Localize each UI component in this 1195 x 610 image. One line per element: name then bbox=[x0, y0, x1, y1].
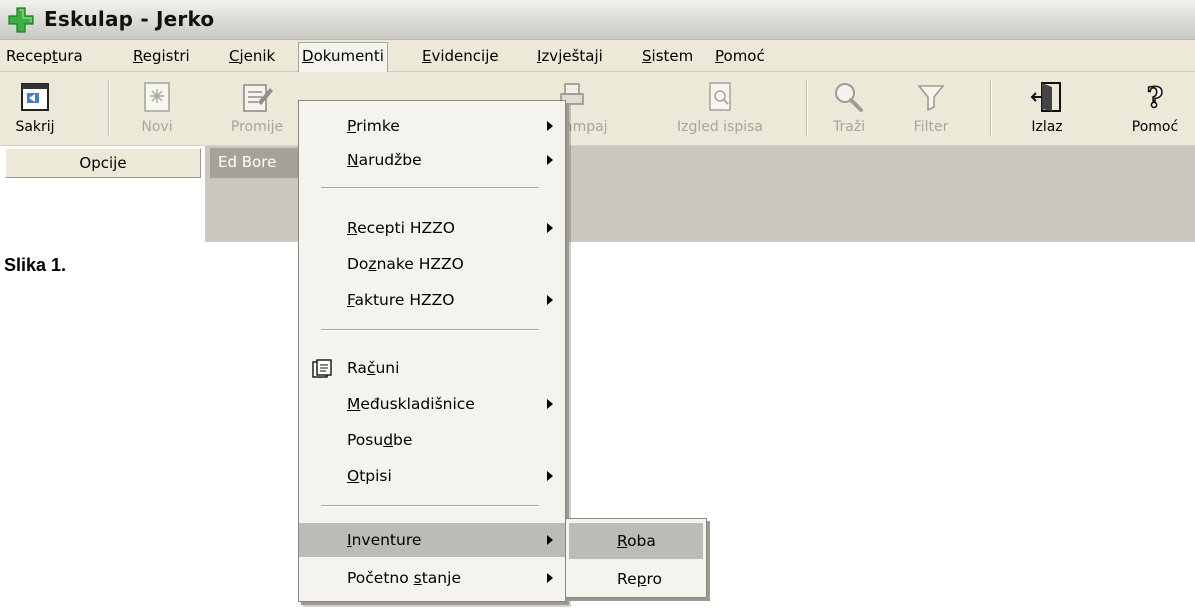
menu-item-pocetno-stanje[interactable]: Početno stanje bbox=[299, 561, 565, 595]
submenu-arrow-icon bbox=[547, 223, 553, 233]
help-button[interactable]: ? Pomoć bbox=[1120, 74, 1190, 142]
menu-dokumenti[interactable]: Dokumenti bbox=[298, 42, 388, 73]
svg-text:?: ? bbox=[1147, 81, 1163, 114]
menu-item-racuni[interactable]: Računi bbox=[299, 351, 565, 385]
submenu-item-roba[interactable]: Roba bbox=[569, 523, 703, 559]
new-button[interactable]: Novi bbox=[126, 74, 188, 142]
edit-button[interactable]: Promije bbox=[222, 74, 292, 142]
menu-item-meduskladisnice[interactable]: Međuskladišnice bbox=[299, 387, 565, 421]
new-document-icon bbox=[144, 82, 170, 112]
inventure-submenu: Roba Repro bbox=[565, 518, 707, 598]
toolbar-separator bbox=[108, 80, 110, 136]
menu-item-inventure[interactable]: Inventure bbox=[299, 523, 565, 557]
search-icon bbox=[835, 83, 863, 112]
dokumenti-dropdown: Primke Narudžbe Recepti HZZO Doznake HZZ… bbox=[298, 100, 566, 602]
menu-receptura[interactable]: Receptura bbox=[4, 44, 85, 70]
menu-item-narudzbe[interactable]: Narudžbe bbox=[299, 143, 565, 177]
toolbar: Sakrij Novi Promije ampaj Izgled ispisa bbox=[0, 72, 1195, 146]
title-bar: Eskulap - Jerko bbox=[0, 0, 1195, 40]
figure-caption: Slika 1. bbox=[4, 255, 67, 275]
submenu-item-repro[interactable]: Repro bbox=[569, 561, 703, 597]
menu-izvjestaji[interactable]: Izvještaji bbox=[535, 44, 605, 70]
hide-button[interactable]: Sakrij bbox=[4, 74, 66, 142]
submenu-arrow-icon bbox=[547, 295, 553, 305]
tab-strip: Opcije Ed Bore bbox=[0, 146, 1195, 242]
menu-item-otpisi[interactable]: Otpisi bbox=[299, 459, 565, 493]
exit-door-icon bbox=[1030, 82, 1061, 112]
submenu-arrow-icon bbox=[547, 535, 553, 545]
menu-item-doznake-hzzo[interactable]: Doznake HZZO bbox=[299, 247, 565, 281]
submenu-arrow-icon bbox=[547, 573, 553, 583]
print-preview-icon bbox=[709, 82, 731, 111]
menu-separator bbox=[321, 329, 539, 331]
edit-document-icon bbox=[243, 84, 273, 112]
menu-item-fakture-hzzo[interactable]: Fakture HZZO bbox=[299, 283, 565, 317]
tab-opcije[interactable]: Opcije bbox=[5, 148, 201, 178]
menu-item-recepti-hzzo[interactable]: Recepti HZZO bbox=[299, 211, 565, 245]
menu-bar: Receptura Registri Cjenik Dokumenti Evid… bbox=[0, 40, 1195, 73]
window-title: Eskulap - Jerko bbox=[44, 7, 215, 31]
filter-button[interactable]: Filter bbox=[900, 74, 962, 142]
menu-evidencije[interactable]: Evidencije bbox=[420, 44, 501, 70]
hide-panel-icon bbox=[21, 83, 49, 111]
submenu-arrow-icon bbox=[547, 155, 553, 165]
search-button[interactable]: Traži bbox=[818, 74, 880, 142]
menu-pomoc[interactable]: Pomoć bbox=[713, 44, 767, 70]
toolbar-separator bbox=[806, 80, 808, 136]
help-icon: ? bbox=[1146, 80, 1164, 114]
tab-ed-bore[interactable]: Ed Bore bbox=[210, 148, 302, 178]
submenu-arrow-icon bbox=[547, 399, 553, 409]
submenu-arrow-icon bbox=[547, 121, 553, 131]
menu-registri[interactable]: Registri bbox=[131, 44, 192, 70]
menu-item-primke[interactable]: Primke bbox=[299, 109, 565, 143]
green-cross-icon bbox=[8, 7, 34, 33]
toolbar-separator bbox=[990, 80, 992, 136]
menu-separator bbox=[321, 505, 539, 507]
filter-icon bbox=[917, 85, 945, 112]
exit-button[interactable]: Izlaz bbox=[1016, 74, 1078, 142]
print-preview-button[interactable]: Izgled ispisa bbox=[660, 74, 780, 142]
menu-separator bbox=[321, 187, 539, 189]
submenu-arrow-icon bbox=[547, 471, 553, 481]
menu-cjenik[interactable]: Cjenik bbox=[227, 44, 277, 70]
invoice-icon bbox=[312, 359, 332, 378]
menu-item-posudbe[interactable]: Posudbe bbox=[299, 423, 565, 457]
menu-sistem[interactable]: Sistem bbox=[640, 44, 695, 70]
